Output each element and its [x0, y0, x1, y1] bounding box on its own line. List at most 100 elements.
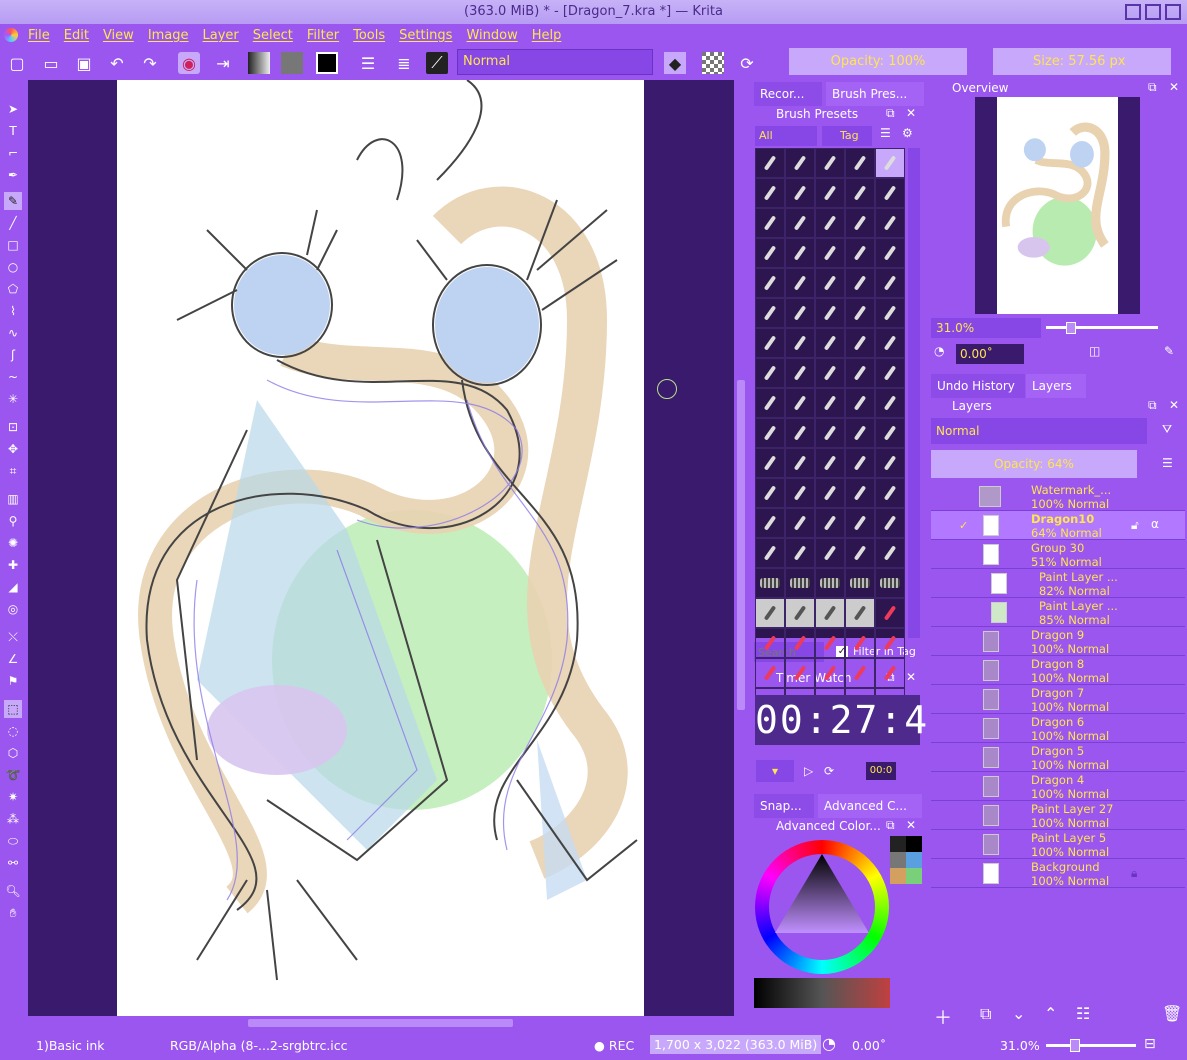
brush-preset[interactable] — [785, 418, 815, 448]
brush-preset[interactable] — [755, 178, 785, 208]
brush-preset[interactable] — [785, 298, 815, 328]
brush-preset[interactable] — [785, 268, 815, 298]
fill-tool-icon[interactable]: ◢ — [4, 578, 22, 596]
layer-row[interactable]: Dragon 9 100% Normal — [931, 627, 1185, 656]
brush-preset[interactable] — [875, 538, 905, 568]
brush-preset[interactable] — [755, 568, 785, 598]
zoom-slider-handle[interactable] — [1066, 322, 1076, 334]
menu-settings[interactable]: Settings — [399, 28, 452, 43]
rect-select-icon[interactable]: ⬚ — [4, 700, 22, 718]
brush-preset[interactable] — [845, 358, 875, 388]
ellipse-select-icon[interactable]: ◌ — [4, 722, 22, 740]
drawing-canvas[interactable] — [117, 79, 644, 1016]
gradient-icon[interactable] — [248, 52, 270, 74]
layer-blend-select[interactable]: Normal — [931, 418, 1147, 444]
multibrush-icon[interactable]: ✳ — [4, 390, 22, 408]
select-shape-icon[interactable]: ➤ — [4, 100, 22, 118]
brush-preset[interactable] — [875, 328, 905, 358]
overview-thumbnail[interactable] — [975, 97, 1140, 314]
tab-layers[interactable]: Layers — [1026, 374, 1086, 398]
current-brush-icon[interactable]: ⟋ — [426, 52, 448, 74]
brush-preset[interactable] — [785, 538, 815, 568]
zoom-tool-icon[interactable]: 🔍︎ — [4, 882, 22, 900]
gradient-tool-icon[interactable]: ▥ — [4, 490, 22, 508]
color-shade-strip[interactable] — [754, 978, 890, 1008]
opacity-slider[interactable]: Opacity: 100% — [789, 48, 967, 75]
recent-colors-swatches[interactable] — [890, 836, 922, 884]
brush-preset[interactable] — [875, 508, 905, 538]
brush-preset[interactable] — [845, 628, 875, 658]
horizontal-scroll-thumb[interactable] — [248, 1019, 513, 1027]
brush-preset[interactable] — [785, 328, 815, 358]
brush-preset[interactable] — [845, 298, 875, 328]
brush-preset[interactable] — [785, 478, 815, 508]
brush-preset[interactable] — [845, 538, 875, 568]
brush-preset[interactable] — [755, 268, 785, 298]
measure-tool-icon[interactable]: ∠ — [4, 650, 22, 668]
brush-preset[interactable] — [755, 658, 785, 688]
brush-preset[interactable] — [845, 418, 875, 448]
layer-opacity-slider[interactable]: Opacity: 64% — [931, 450, 1137, 478]
float-overview-icon[interactable]: ⧉ — [1148, 80, 1157, 95]
brush-preset[interactable] — [755, 538, 785, 568]
calligraphy-icon[interactable]: ✒ — [4, 166, 22, 184]
reload-preset-icon[interactable]: ⟳ — [736, 52, 758, 74]
brush-preset[interactable] — [815, 568, 845, 598]
brush-preset[interactable] — [785, 598, 815, 628]
blend-mode-select[interactable]: Normal — [457, 49, 653, 75]
brush-preset[interactable] — [815, 628, 845, 658]
brush-preset[interactable] — [845, 268, 875, 298]
brush-preset[interactable] — [785, 658, 815, 688]
brush-preset[interactable] — [755, 298, 785, 328]
reference-tool-icon[interactable]: ⚑ — [4, 672, 22, 690]
status-zoom-handle[interactable] — [1070, 1039, 1080, 1052]
brush-preset[interactable] — [785, 208, 815, 238]
export-icon[interactable]: ⇥ — [212, 52, 234, 74]
layer-row[interactable]: Watermark_... 100% Normal — [931, 482, 1185, 511]
move-layer-up-icon[interactable]: ⌃ — [1044, 1004, 1057, 1023]
crop-tool-icon[interactable]: ⌗ — [4, 462, 22, 480]
menu-tools[interactable]: Tools — [353, 28, 385, 43]
color-swatch-icon[interactable] — [316, 52, 338, 74]
brush-preset[interactable] — [845, 238, 875, 268]
menu-image[interactable]: Image — [148, 28, 189, 43]
layer-row[interactable]: Dragon 4 100% Normal — [931, 772, 1185, 801]
tab-snapshot[interactable]: Snap... — [754, 794, 814, 818]
edit-shape-icon[interactable]: ⌐ — [4, 144, 22, 162]
brush-preset[interactable] — [785, 388, 815, 418]
close-docker-icon[interactable]: ✕ — [906, 106, 916, 120]
brush-preset[interactable] — [875, 568, 905, 598]
similar-select-icon[interactable]: ⁂ — [4, 810, 22, 828]
delete-layer-icon[interactable]: 🗑︎ — [1162, 1004, 1182, 1023]
timer-menu-button[interactable]: ▾ — [756, 760, 794, 782]
duplicate-layer-icon[interactable]: ⧉ — [980, 1004, 991, 1024]
menu-filter[interactable]: Filter — [307, 28, 339, 43]
brush-preset[interactable] — [875, 358, 905, 388]
brush-preset[interactable] — [845, 208, 875, 238]
brush-preset[interactable] — [785, 358, 815, 388]
layer-checkbox[interactable]: ✓ — [959, 519, 971, 532]
brush-preset[interactable] — [785, 508, 815, 538]
undo-icon[interactable]: ↶ — [106, 52, 128, 74]
timer-play-icon[interactable]: ▷ — [804, 764, 813, 778]
layer-row[interactable]: Dragon 6 100% Normal — [931, 714, 1185, 743]
layer-row-selected[interactable]: ✓ Dragon10 64% Normal 🔓︎ α — [931, 511, 1185, 540]
float-docker-icon[interactable]: ⧉ — [886, 106, 895, 121]
layer-row[interactable]: Dragon 8 100% Normal — [931, 656, 1185, 685]
layer-row[interactable]: Paint Layer ... 85% Normal — [931, 598, 1185, 627]
brush-preset[interactable] — [875, 268, 905, 298]
alpha-inherit-icon[interactable]: α — [1151, 517, 1159, 531]
bezier-select-icon[interactable]: ⬭ — [4, 832, 22, 850]
preset-scrollbar[interactable] — [908, 148, 920, 638]
layer-row[interactable]: Dragon 7 100% Normal — [931, 685, 1185, 714]
brush-settings-icon[interactable]: ☰ — [357, 52, 379, 74]
vertical-scrollbar[interactable] — [734, 80, 748, 1016]
brush-preset[interactable] — [845, 478, 875, 508]
horizontal-scrollbar[interactable] — [28, 1016, 734, 1030]
eraser-icon[interactable]: ◆ — [664, 52, 686, 74]
alpha-lock-icon[interactable] — [702, 52, 724, 74]
tab-undo-history[interactable]: Undo History — [931, 374, 1025, 398]
brush-preset[interactable] — [815, 418, 845, 448]
move-tool-icon[interactable]: ✥ — [4, 440, 22, 458]
brush-preset[interactable] — [755, 208, 785, 238]
